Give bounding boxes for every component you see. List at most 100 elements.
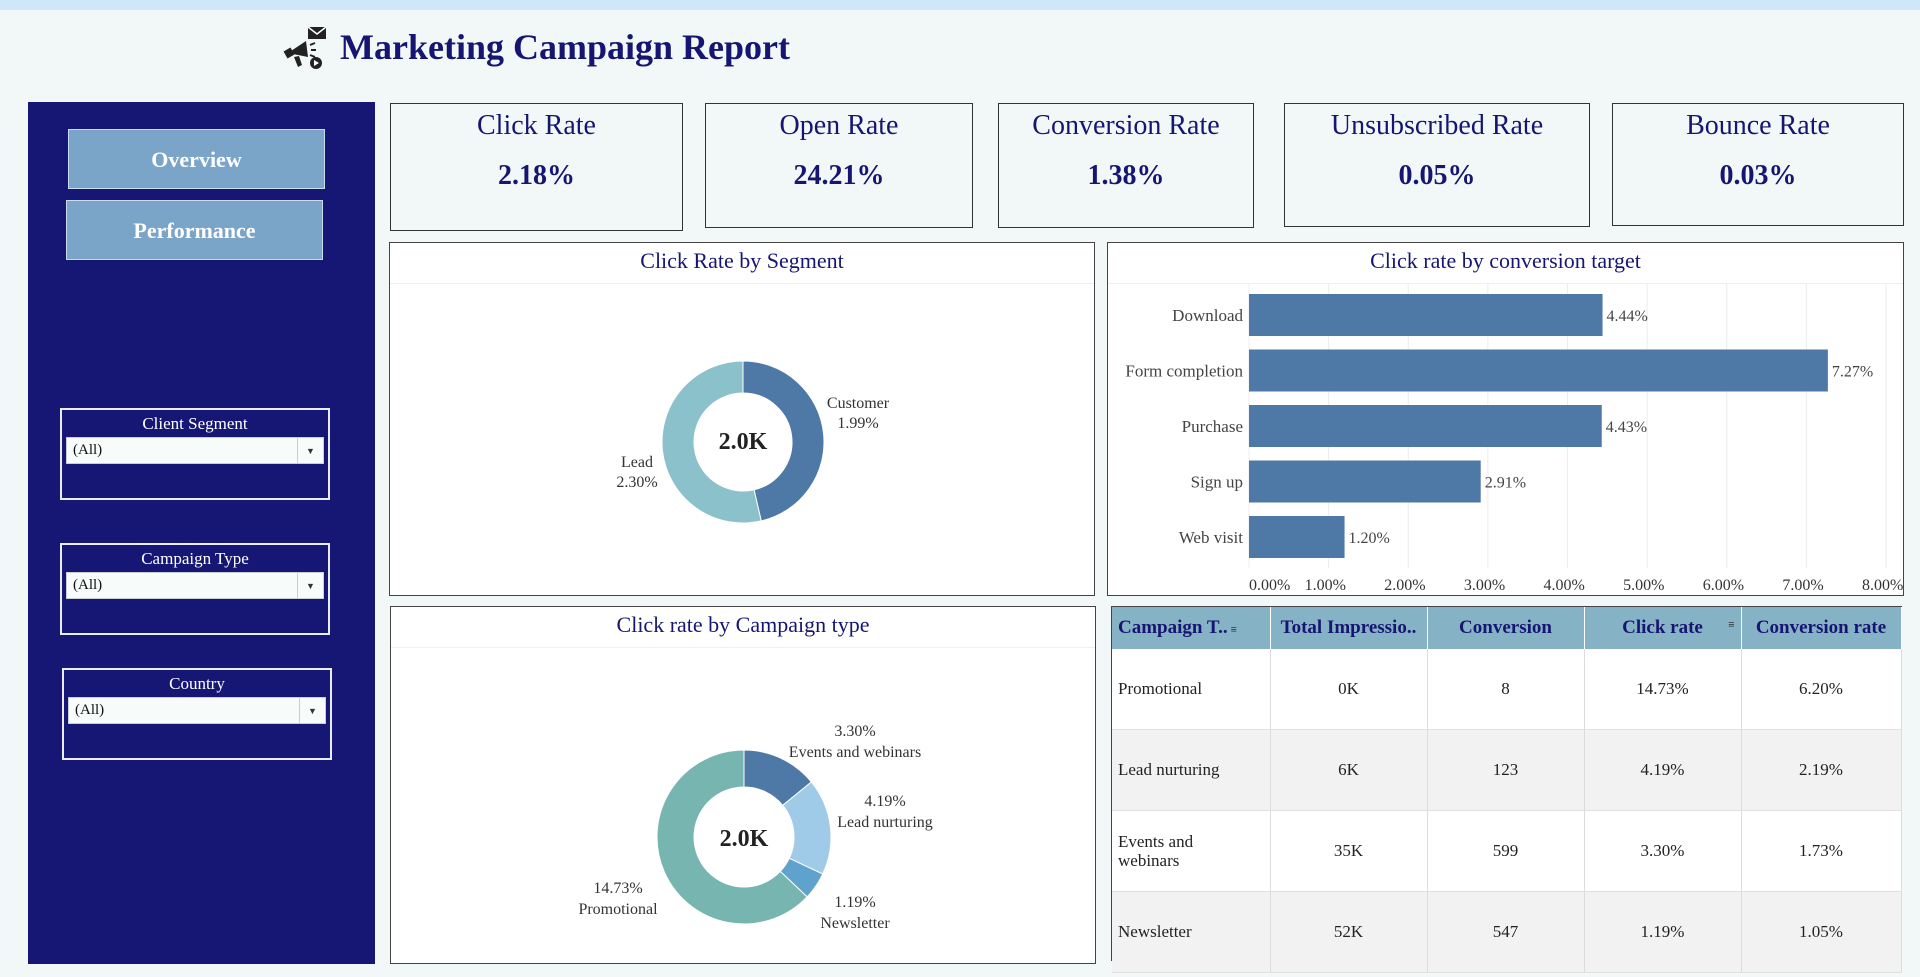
bar-form-completion[interactable] bbox=[1249, 349, 1828, 392]
bar-purchase[interactable] bbox=[1249, 405, 1602, 447]
top-strip bbox=[0, 0, 1920, 10]
client-segment-label: Client Segment bbox=[142, 414, 248, 433]
chart-title: Click Rate by Segment bbox=[390, 243, 1094, 284]
performance-button[interactable]: Performance bbox=[66, 200, 323, 260]
segment-donut-chart: 2.0K Customer 1.99% Lead 2.30% bbox=[616, 360, 890, 524]
column-header[interactable]: Total Impressio.. bbox=[1270, 607, 1428, 649]
country-select[interactable]: (All) ▼ bbox=[68, 697, 326, 724]
slice-value-label: 1.19% bbox=[834, 894, 875, 911]
kpi-label: Bounce Rate bbox=[1686, 110, 1830, 141]
bar-web-visit[interactable] bbox=[1249, 516, 1345, 558]
country-label: Country bbox=[169, 674, 225, 693]
campaign-type-filter: Campaign Type (All) ▼ bbox=[60, 543, 330, 635]
bar-sign-up[interactable] bbox=[1249, 460, 1481, 503]
kpi-label: Click Rate bbox=[477, 110, 596, 141]
donut-center-label: 2.0K bbox=[719, 429, 768, 455]
x-tick-label: 4.00% bbox=[1544, 577, 1585, 594]
table-cell: 14.73% bbox=[1584, 649, 1742, 730]
country-value: (All) bbox=[75, 702, 105, 718]
slice-value-label: 4.19% bbox=[864, 793, 905, 810]
conversion-target-bar-chart: 0.00% 1.00% 2.00% 3.00% 4.00% 5.00% 6.00% 7.00%… bbox=[1125, 284, 1903, 594]
table-cell: 6K bbox=[1270, 729, 1428, 811]
x-tick-label: 3.00% bbox=[1464, 577, 1505, 594]
x-tick-label: 0.00% bbox=[1249, 577, 1290, 594]
table-cell-text: Events and webinars bbox=[1118, 832, 1194, 870]
slice-value-label: 1.99% bbox=[837, 415, 878, 432]
kpi-label: Conversion Rate bbox=[1032, 110, 1220, 141]
table-cell: 6.20% bbox=[1741, 649, 1902, 730]
column-header-label: Campaign T.. bbox=[1118, 617, 1228, 638]
table-row[interactable]: Events and webinars 35K 599 3.30% 1.73% bbox=[1112, 810, 1902, 892]
table-cell: Promotional bbox=[1112, 649, 1271, 730]
slice-value-label: 2.30% bbox=[616, 474, 657, 491]
client-segment-filter: Client Segment (All) ▼ bbox=[60, 408, 330, 500]
table-cell: 35K bbox=[1270, 810, 1428, 892]
bar-download[interactable] bbox=[1249, 294, 1603, 336]
table-cell: Events and webinars bbox=[1112, 810, 1271, 892]
slice-value-label: 3.30% bbox=[834, 723, 875, 740]
kpi-value: 2.18% bbox=[498, 160, 575, 191]
client-segment-select[interactable]: (All) ▼ bbox=[66, 437, 324, 464]
table-cell: 2.19% bbox=[1741, 729, 1902, 811]
conversion-target-panel: Click rate by conversion target 0.00% 1.0… bbox=[1107, 242, 1904, 596]
value-label: 1.20% bbox=[1349, 530, 1390, 547]
sort-icon[interactable]: ≡ bbox=[1728, 619, 1734, 631]
campaign-type-donut-panel: Click rate by Campaign type 2.0K 3.30% E… bbox=[390, 606, 1096, 964]
value-label: 4.43% bbox=[1606, 419, 1647, 436]
chart-title: Click rate by Campaign type bbox=[391, 607, 1095, 648]
kpi-open-rate: Open Rate 24.21% bbox=[705, 103, 973, 228]
segment-donut-panel: Click Rate by Segment 2.0K Customer 1.99… bbox=[389, 242, 1095, 596]
campaign-type-donut-chart: 2.0K 3.30% Events and webinars 4.19% Lea… bbox=[578, 723, 932, 932]
slice-name-label: Events and webinars bbox=[789, 744, 921, 761]
table-row[interactable]: Newsletter 52K 547 1.19% 1.05% bbox=[1112, 891, 1902, 973]
campaign-type-select[interactable]: (All) ▼ bbox=[66, 572, 324, 599]
table-cell: 123 bbox=[1427, 729, 1585, 811]
category-label: Form completion bbox=[1125, 362, 1243, 381]
kpi-unsubscribed-rate: Unsubscribed Rate 0.05% bbox=[1284, 103, 1590, 227]
chevron-down-icon[interactable]: ▼ bbox=[297, 573, 323, 598]
x-tick-label: 2.00% bbox=[1384, 577, 1425, 594]
table-cell: 52K bbox=[1270, 891, 1428, 973]
value-label: 7.27% bbox=[1832, 364, 1873, 381]
kpi-conversion-rate: Conversion Rate 1.38% bbox=[998, 103, 1254, 228]
kpi-bounce-rate: Bounce Rate 0.03% bbox=[1612, 103, 1904, 226]
column-header[interactable]: Campaign T.. ≡ bbox=[1112, 607, 1271, 649]
x-tick-label: 6.00% bbox=[1703, 577, 1744, 594]
slice-name-label: Newsletter bbox=[820, 915, 890, 932]
slice-name-label: Customer bbox=[827, 395, 890, 412]
table-cell: 3.30% bbox=[1584, 810, 1742, 892]
overview-button[interactable]: Overview bbox=[68, 129, 325, 189]
client-segment-value: (All) bbox=[73, 442, 103, 458]
slice-name-label: Promotional bbox=[578, 901, 658, 918]
campaign-type-label: Campaign Type bbox=[141, 549, 249, 568]
table-cell: 8 bbox=[1427, 649, 1585, 730]
slice-value-label: 14.73% bbox=[593, 880, 642, 897]
kpi-click-rate: Click Rate 2.18% bbox=[390, 103, 683, 231]
column-header-label: Click rate bbox=[1622, 617, 1703, 638]
table-cell: 1.73% bbox=[1741, 810, 1902, 892]
table-header-row: Campaign T.. ≡ Total Impressio.. Conversi… bbox=[1112, 607, 1902, 649]
campaign-table: Campaign T.. ≡ Total Impressio.. Conversi… bbox=[1111, 606, 1902, 973]
table-cell: 1.19% bbox=[1584, 891, 1742, 973]
column-header[interactable]: Conversion bbox=[1427, 607, 1585, 649]
value-label: 4.44% bbox=[1607, 308, 1648, 325]
category-label: Purchase bbox=[1182, 417, 1243, 436]
x-tick-label: 5.00% bbox=[1623, 577, 1664, 594]
value-label: 2.91% bbox=[1485, 475, 1526, 492]
table-cell: 599 bbox=[1427, 810, 1585, 892]
table-row[interactable]: Promotional 0K 8 14.73% 6.20% bbox=[1112, 649, 1902, 730]
table-cell: 1.05% bbox=[1741, 891, 1902, 973]
category-label: Download bbox=[1172, 306, 1243, 325]
table-cell: 0K bbox=[1270, 649, 1428, 730]
chevron-down-icon[interactable]: ▼ bbox=[299, 698, 325, 723]
chevron-down-icon[interactable]: ▼ bbox=[297, 438, 323, 463]
sort-icon[interactable]: ≡ bbox=[1231, 624, 1237, 636]
column-header[interactable]: Conversion rate bbox=[1741, 607, 1902, 649]
table-cell: Newsletter bbox=[1112, 891, 1271, 973]
table-row[interactable]: Lead nurturing 6K 123 4.19% 2.19% bbox=[1112, 729, 1902, 811]
column-header[interactable]: Click rate ≡ bbox=[1584, 607, 1742, 649]
sidebar: Overview Performance Client Segment (All… bbox=[28, 102, 375, 964]
page-title: Marketing Campaign Report bbox=[340, 27, 790, 67]
kpi-label: Open Rate bbox=[779, 110, 899, 141]
chart-title: Click rate by conversion target bbox=[1108, 243, 1903, 284]
